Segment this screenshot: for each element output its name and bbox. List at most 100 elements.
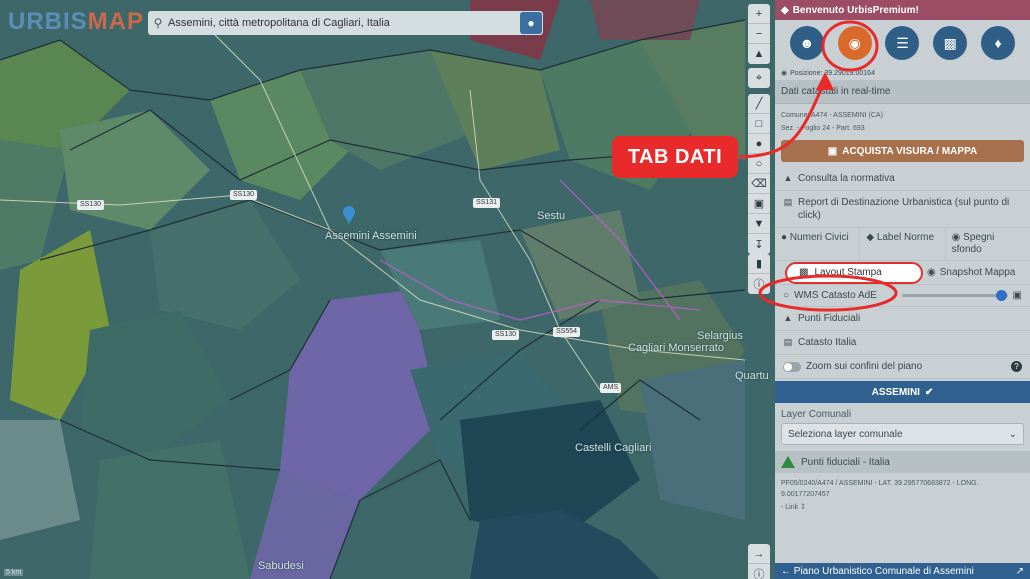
sidebar-tabs: ☻ ◉ ☰ ▩ ♦ (775, 20, 1030, 66)
sez-line: Sez. - Foglio 24 - Part. 693 (781, 125, 865, 132)
urbismap-logo[interactable]: URBISMAP (8, 8, 144, 36)
marker-button[interactable]: ▼ (748, 214, 770, 234)
arrow-left-icon: ← (781, 565, 791, 577)
zoom-out-button[interactable]: − (748, 24, 770, 44)
draw-polygon-button[interactable]: □ (748, 114, 770, 134)
position-text: Posizione: 39.29019.00164 (790, 69, 875, 77)
tab-notifications[interactable]: ♦ (981, 26, 1016, 60)
zoom-confini-toggle[interactable] (783, 361, 801, 372)
geolocate-button[interactable]: ⌖ (748, 68, 770, 88)
zoom-confini-label: Zoom sui confini del piano (806, 361, 923, 372)
piano-urbanistico-bar[interactable]: ← Piano Urbanistico Comunale di Assemini… (775, 563, 1030, 579)
comune-line: Comune: A474 - ASSEMINI (CA) (781, 112, 883, 119)
spegni-sfondo-toggle[interactable]: ◉ Spegni sfondo (946, 228, 1030, 260)
pf-text: PF05/0240/A474 / ASSEMINI - LAT. 39.2957… (781, 480, 979, 498)
map-pin-icon: ◉ (848, 34, 861, 51)
crosshair-icon: ⌖ (755, 71, 763, 84)
draw-point-button[interactable]: ● (748, 134, 770, 154)
tab-account[interactable]: ☻ (789, 26, 824, 60)
zoom-controls: + − ▲ (748, 4, 770, 64)
numeri-civici-toggle[interactable]: ● Numeri Civici (775, 228, 861, 260)
bookmark-tools: ▮ ⓘ (748, 254, 770, 294)
toggle-grid: ● Numeri Civici ◆ Label Norme ◉ Spegni s… (775, 228, 1030, 261)
sidebar-panel: ◆ Benvenuto UrbisPremium! ☻ ◉ ☰ ▩ ♦ ◉ Po… (775, 0, 1030, 579)
road-badge: AMS (600, 383, 622, 393)
menu-punti-fiduciali[interactable]: ▲ Punti Fiduciali (775, 307, 1030, 331)
welcome-banner: ◆ Benvenuto UrbisPremium! (775, 0, 1030, 20)
polygon-icon: □ (755, 117, 763, 130)
map-view[interactable]: Assemini Assemini Sestu Cagliari Monserr… (0, 0, 775, 579)
menu-normativa[interactable]: ▲ Consulta la normativa (775, 167, 1030, 191)
camera-icon: ◉ (927, 267, 936, 278)
layer-comunali-label: Layer Comunali (781, 409, 852, 420)
layer-comunale-select[interactable]: Seleziona layer comunale ⌄ (781, 423, 1024, 445)
map-label-cagliari: Castelli Cagliari (575, 442, 652, 454)
draw-circle-button[interactable]: ○ (748, 154, 770, 174)
tab-contacts[interactable]: ▩ (933, 26, 968, 60)
globe-button[interactable]: ● (520, 12, 542, 34)
road-badge: SS130 (230, 190, 258, 200)
minus-icon: − (755, 27, 763, 40)
label-norme-label: Label Norme (876, 232, 935, 243)
menu-report[interactable]: ▤ Report di Destinazione Urbanistica (su… (775, 191, 1030, 228)
map-label-quartu: Quartu (735, 370, 769, 382)
help-button[interactable]: ⓘ (748, 564, 770, 579)
bookmark-button[interactable]: ▮ (748, 254, 770, 274)
triangle-icon: ▲ (783, 313, 793, 323)
marker-icon: ▼ (753, 217, 765, 230)
info-button[interactable]: ⓘ (748, 274, 770, 294)
external-icon[interactable]: ▣ (1013, 290, 1022, 301)
eye-slash-icon: ◉ (951, 232, 961, 243)
bookmark-icon: ▮ (755, 258, 763, 270)
diamond-icon: ◆ (781, 4, 789, 16)
zoom-in-button[interactable]: + (748, 4, 770, 24)
document-icon: ▤ (783, 337, 793, 347)
layers-icon: ☰ (896, 34, 909, 51)
slider-knob[interactable] (996, 290, 1008, 301)
pf-header: Punti fiduciali - Italia (775, 451, 1030, 473)
report-label: Report di Destinazione Urbanistica (sul … (798, 197, 1010, 221)
road-badge: SS554 (553, 327, 581, 337)
comune-bar[interactable]: ASSEMINI ✔ (775, 381, 1030, 403)
pf-link[interactable]: - Link ↧ (775, 501, 1030, 514)
select-placeholder: Seleziona layer comunale (788, 428, 903, 440)
draw-line-button[interactable]: ╱ (748, 94, 770, 114)
tab-dati-annotation: TAB DATI (612, 136, 738, 178)
catasto-italia-label: Catasto Italia (798, 337, 857, 348)
pf-link-label: - Link (781, 504, 799, 511)
triangle-icon (781, 456, 795, 468)
pin-icon: ● (755, 137, 763, 150)
trash-icon: ⌫ (751, 178, 767, 190)
globe-icon: ○ (783, 290, 790, 301)
tab-dati[interactable]: ◉ (837, 26, 872, 60)
snapshot-button[interactable]: ◉ Snapshot Mappa (923, 267, 1015, 278)
tab-layers[interactable]: ☰ (885, 26, 920, 60)
welcome-text: Benvenuto UrbisPremium! (792, 4, 919, 16)
cadastral-header: Dati catastali in real-time (775, 80, 1030, 104)
collapse-panel-button[interactable]: → (748, 544, 770, 564)
question-icon[interactable]: ? (1011, 361, 1022, 372)
map-label-sabudesi: Sabudesi (258, 560, 304, 572)
download-button[interactable]: ↧ (748, 234, 770, 254)
draw-tools: ╱ □ ● ○ ⌫ ▣ ▼ ↧ (748, 94, 770, 254)
folder-button[interactable]: ▣ (748, 194, 770, 214)
geolocate-control: ⌖ (748, 68, 770, 88)
wms-opacity-slider[interactable] (901, 290, 1008, 301)
logo-map-text: MAP (87, 8, 145, 35)
numeri-label: Numeri Civici (789, 232, 849, 243)
map-label-assemini: Assemini Assemini (325, 230, 417, 242)
layout-stampa-button[interactable]: ▩ Layout Stampa (785, 261, 923, 284)
normativa-label: Consulta la normativa (798, 173, 895, 184)
circle-icon: ○ (755, 157, 763, 170)
label-norme-toggle[interactable]: ◆ Label Norme (860, 228, 946, 260)
map-canvas[interactable] (0, 0, 775, 579)
menu-catasto-italia[interactable]: ▤ Catasto Italia (775, 331, 1030, 355)
compass-button[interactable]: ▲ (748, 44, 770, 64)
buy-visura-button[interactable]: ▣ ACQUISTA VISURA / MAPPA (781, 140, 1024, 162)
download-icon: ↧ (754, 238, 764, 251)
buy-visura-label: ACQUISTA VISURA / MAPPA (842, 145, 978, 157)
search-input[interactable] (168, 17, 520, 29)
trash-button[interactable]: ⌫ (748, 174, 770, 194)
search-icon: ⚲ (153, 16, 163, 30)
tag-icon: ◆ (866, 232, 875, 243)
